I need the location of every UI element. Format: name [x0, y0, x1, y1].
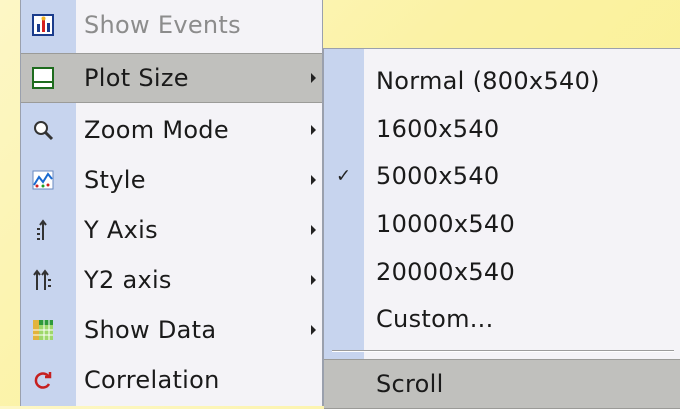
- menu-item-label: 10000x540: [376, 210, 516, 238]
- checkmark-icon: ✓: [336, 165, 352, 187]
- menu-item-correlation[interactable]: Correlation: [21, 355, 322, 405]
- y2-axis-icon: [32, 269, 54, 291]
- menu-item-label: Show Events: [84, 11, 241, 39]
- menu-item-label: Zoom Mode: [84, 116, 229, 144]
- events-chart-icon: [32, 14, 54, 36]
- submenu-item-10000[interactable]: 10000x540: [324, 199, 680, 249]
- submenu-item-scroll[interactable]: Scroll: [324, 359, 680, 409]
- menu-item-label: Normal (800x540): [376, 67, 600, 95]
- menu-item-label: Y2 axis: [84, 266, 172, 294]
- data-grid-icon: [32, 319, 54, 341]
- menu-item-label: Style: [84, 166, 146, 194]
- menu-item-zoom-mode[interactable]: Zoom Mode: [21, 105, 322, 155]
- menu-item-show-data[interactable]: Show Data: [21, 305, 322, 355]
- submenu-item-normal[interactable]: Normal (800x540): [324, 56, 680, 106]
- menu-item-show-events[interactable]: Show Events: [21, 0, 322, 50]
- submenu-arrow-icon: [311, 325, 316, 335]
- plot-size-submenu: Normal (800x540) 1600x540 ✓ 5000x540 100…: [323, 48, 680, 409]
- submenu-item-5000[interactable]: ✓ 5000x540: [324, 151, 680, 201]
- menu-item-label: Plot Size: [84, 64, 189, 92]
- correlation-icon: [32, 369, 54, 391]
- menu-item-label: Custom...: [376, 305, 494, 333]
- plot-size-icon: [32, 67, 54, 89]
- menu-item-label: 1600x540: [376, 115, 500, 143]
- menu-item-label: Correlation: [84, 366, 220, 394]
- menu-item-y-axis[interactable]: Y Axis: [21, 205, 322, 255]
- submenu-item-custom[interactable]: Custom...: [324, 294, 680, 344]
- submenu-item-1600[interactable]: 1600x540: [324, 104, 680, 154]
- style-icon: [32, 169, 54, 191]
- menu-separator: [332, 350, 674, 352]
- submenu-item-20000[interactable]: 20000x540: [324, 247, 680, 297]
- submenu-arrow-icon: [311, 73, 316, 83]
- menu-item-plot-size[interactable]: Plot Size: [21, 53, 322, 103]
- submenu-arrow-icon: [311, 225, 316, 235]
- menu-item-label: Scroll: [376, 370, 444, 398]
- menu-item-label: 20000x540: [376, 258, 516, 286]
- magnifier-icon: [32, 119, 54, 141]
- menu-item-label: Y Axis: [84, 216, 158, 244]
- submenu-arrow-icon: [311, 175, 316, 185]
- menu-item-y2-axis[interactable]: Y2 axis: [21, 255, 322, 305]
- context-menu: Show Events Plot Size Zoom Mode Style Y …: [20, 0, 323, 406]
- submenu-arrow-icon: [311, 275, 316, 285]
- submenu-arrow-icon: [311, 125, 316, 135]
- menu-item-label: 5000x540: [376, 162, 500, 190]
- menu-item-label: Show Data: [84, 316, 217, 344]
- menu-item-style[interactable]: Style: [21, 155, 322, 205]
- y-axis-icon: [32, 219, 54, 241]
